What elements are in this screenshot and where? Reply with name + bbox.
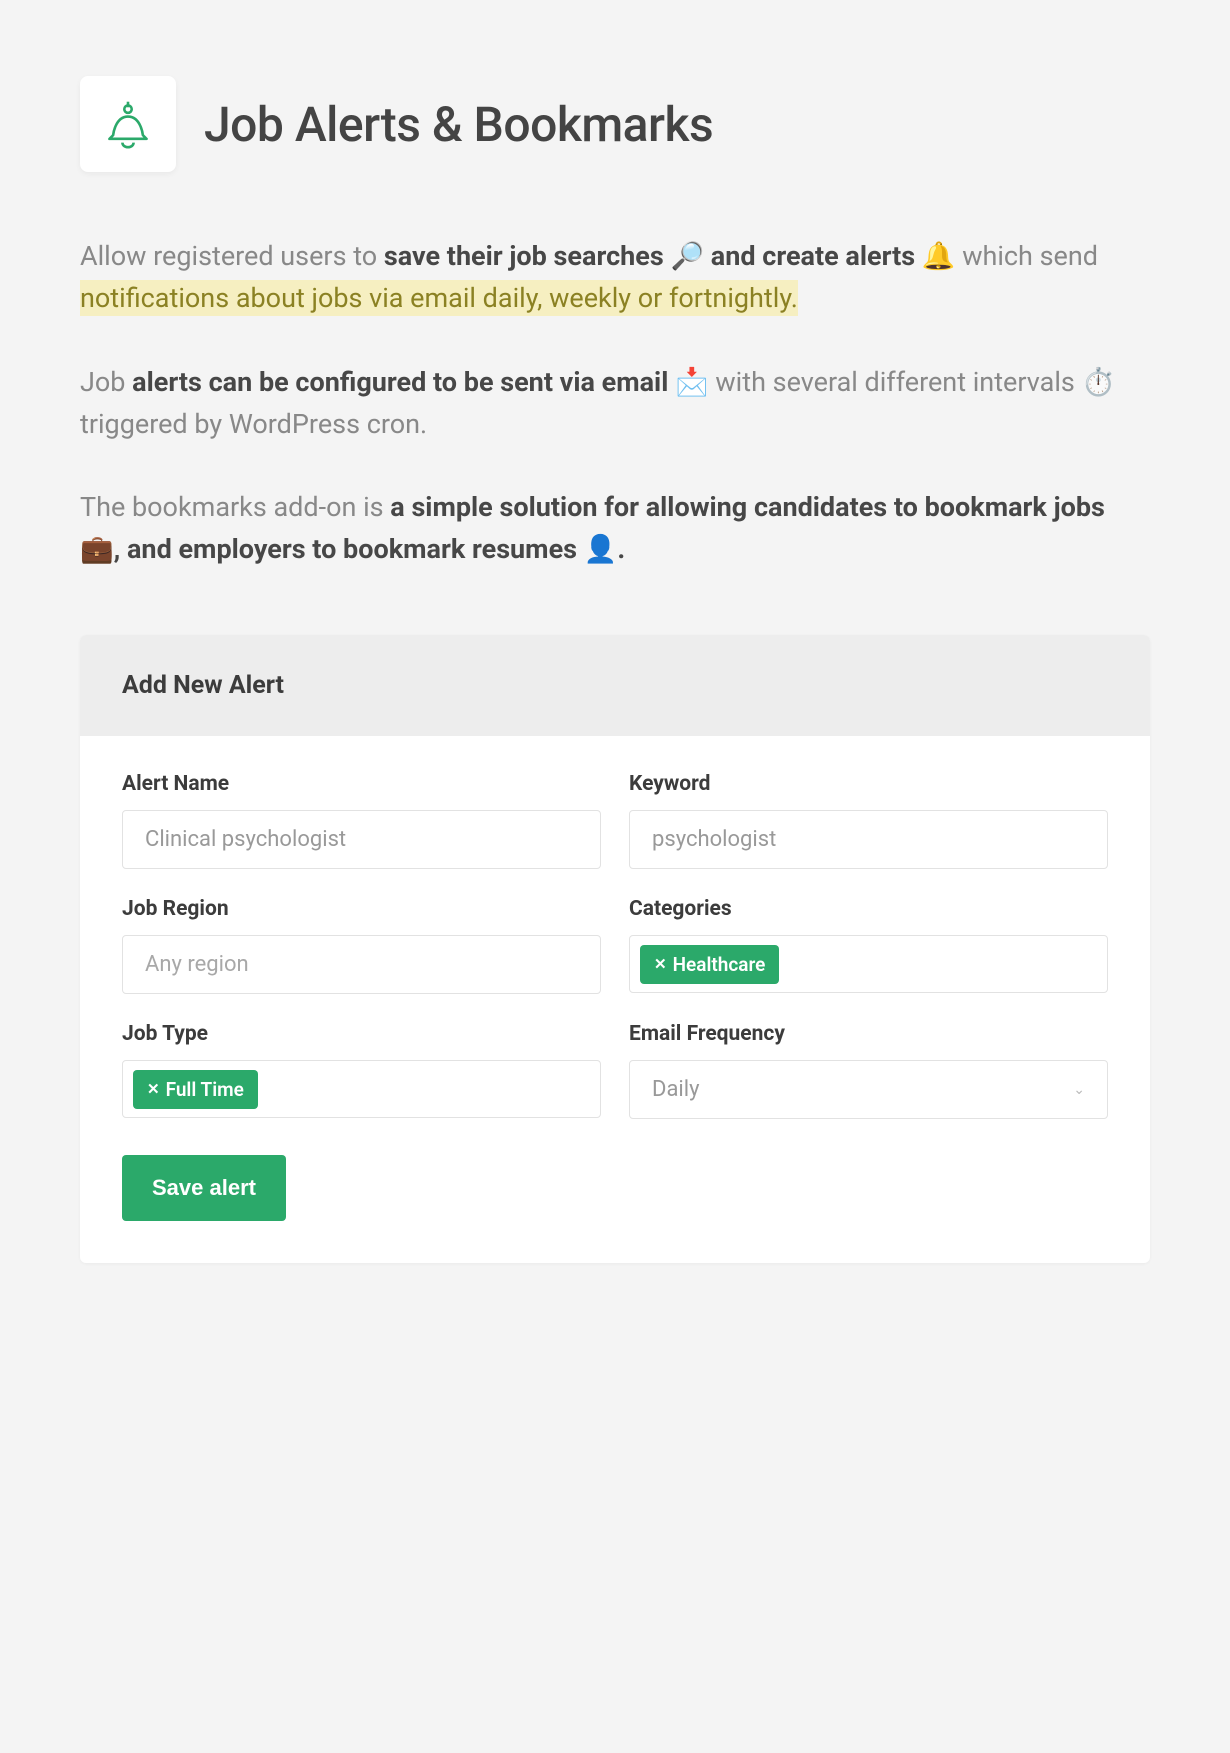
text-bold: . [617, 533, 625, 565]
text-bold: alerts can be configured to be sent via … [132, 366, 675, 398]
intro-paragraph-1: Allow registered users to save their job… [80, 236, 1150, 320]
job-type-input[interactable]: ✕ Full Time [122, 1060, 601, 1118]
tag-label: Full Time [166, 1078, 244, 1101]
job-type-label: Job Type [122, 1022, 601, 1046]
chevron-down-icon: ⌄ [1073, 1082, 1085, 1098]
save-alert-button[interactable]: Save alert [122, 1155, 286, 1221]
text: triggered by WordPress cron. [80, 408, 427, 440]
highlighted-text: notifications about jobs via email daily… [80, 280, 798, 316]
email-frequency-select[interactable]: Daily ⌄ [629, 1060, 1108, 1119]
text: The bookmarks add-on is [80, 491, 390, 523]
job-region-input[interactable] [122, 935, 601, 994]
text: which send [956, 240, 1099, 272]
select-value: Daily [652, 1077, 700, 1102]
jobtype-tag-fulltime[interactable]: ✕ Full Time [133, 1070, 258, 1109]
text: with several different intervals [709, 366, 1082, 398]
inbox-icon: 📩 [675, 366, 709, 398]
tag-label: Healthcare [673, 953, 766, 976]
page-title: Job Alerts & Bookmarks [204, 96, 713, 153]
bell-emoji-icon: 🔔 [922, 240, 956, 272]
text: Allow registered users to [80, 240, 384, 272]
job-region-label: Job Region [122, 897, 601, 921]
card-body: Alert Name Keyword Job Region Categories… [80, 736, 1150, 1263]
categories-input[interactable]: ✕ Healthcare [629, 935, 1108, 993]
text-bold: and create alerts [704, 240, 922, 272]
page-header: Job Alerts & Bookmarks [80, 76, 1150, 172]
alert-name-input[interactable] [122, 810, 601, 869]
card-title: Add New Alert [122, 671, 1108, 700]
text-bold: a simple solution for allowing candidate… [390, 491, 1105, 523]
stopwatch-icon: ⏱️ [1082, 366, 1116, 398]
intro-paragraph-2: Job alerts can be configured to be sent … [80, 362, 1150, 446]
alert-name-label: Alert Name [122, 772, 601, 796]
keyword-label: Keyword [629, 772, 1108, 796]
text-bold: save their job searches [384, 240, 671, 272]
card-header: Add New Alert [80, 635, 1150, 736]
add-alert-card: Add New Alert Alert Name Keyword Job Reg… [80, 635, 1150, 1263]
bell-icon [104, 98, 152, 150]
bell-icon-box [80, 76, 176, 172]
close-icon[interactable]: ✕ [654, 955, 667, 973]
category-tag-healthcare[interactable]: ✕ Healthcare [640, 945, 779, 984]
text: Job [80, 366, 132, 398]
categories-label: Categories [629, 897, 1108, 921]
text-bold: , and employers to bookmark resumes [114, 533, 584, 565]
magnifier-icon: 🔎 [670, 240, 704, 272]
person-icon: 👤 [584, 533, 618, 565]
email-frequency-label: Email Frequency [629, 1022, 1108, 1046]
keyword-input[interactable] [629, 810, 1108, 869]
briefcase-icon: 💼 [80, 533, 114, 565]
close-icon[interactable]: ✕ [147, 1080, 160, 1098]
intro-paragraph-3: The bookmarks add-on is a simple solutio… [80, 487, 1150, 571]
